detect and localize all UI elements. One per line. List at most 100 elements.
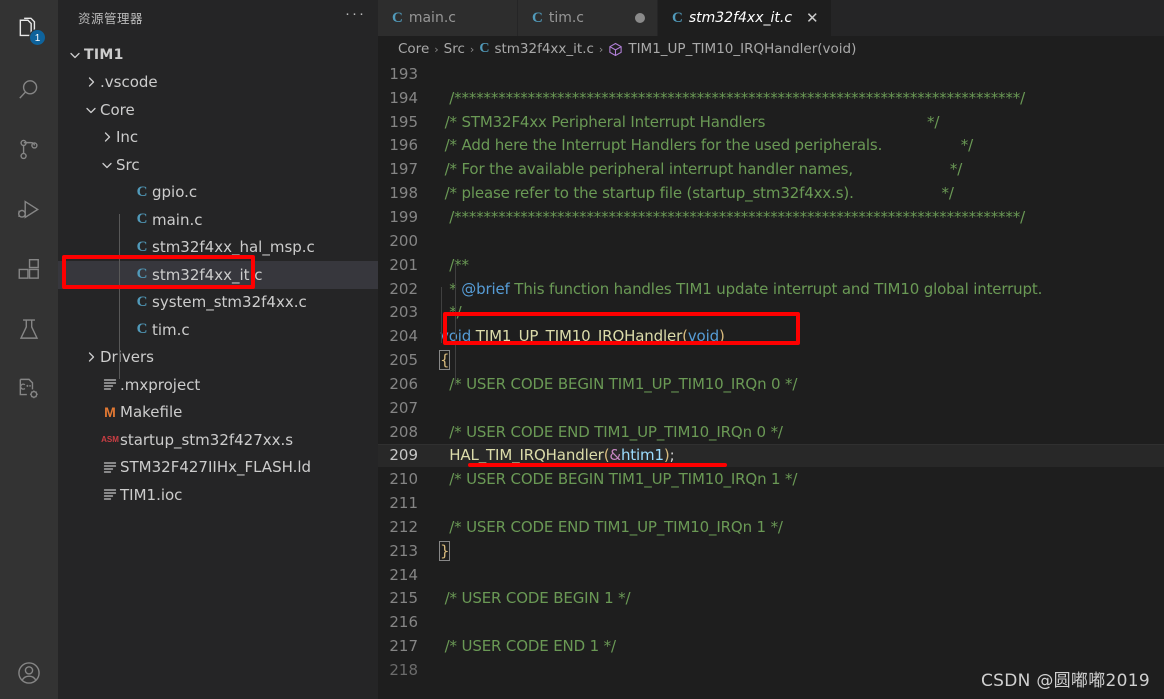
more-actions-icon[interactable]: ··· [345,6,366,26]
breadcrumb-part[interactable]: Core [398,41,429,57]
account-icon [16,660,42,686]
line-number: 213 [389,541,418,560]
tree-item-makefile[interactable]: M Makefile [58,399,378,427]
tree-item-stm32f4xx-hal-msp-c[interactable]: Cstm32f4xx_hal_msp.c [58,234,378,262]
tree-item-gpio-c[interactable]: Cgpio.c [58,179,378,207]
breadcrumb-separator: › [598,42,604,56]
code-token: ) [718,327,725,346]
code-line[interactable]: 215 /* USER CODE BEGIN 1 */ [378,587,1164,611]
explorer-title: 资源管理器 [78,11,144,26]
activity-item-run-and-debug[interactable] [0,180,58,240]
breadcrumb-part[interactable]: Src [444,41,465,57]
flask-icon [16,317,42,343]
code-line[interactable]: 199 /***********************************… [378,205,1164,229]
c-file-icon: C [136,211,148,228]
breadcrumb-separator: › [434,42,439,56]
code-editor[interactable]: 193 194 /********************************… [378,62,1164,699]
code-line[interactable]: 210 /* USER CODE BEGIN TIM1_UP_TIM10_IRQ… [378,467,1164,491]
chevron-down-icon[interactable] [82,103,100,117]
code-line[interactable]: 193 [378,62,1164,86]
tree-item-label: gpio.c [152,183,198,202]
chevron-down-icon[interactable] [98,158,116,172]
code-line[interactable]: 204 void TIM1_UP_TIM10_IRQHandler(void) [378,324,1164,348]
activity-item-search[interactable] [0,60,58,120]
activity-item-cpp-config[interactable] [0,360,58,420]
tree-item--vscode[interactable]: .vscode [58,69,378,97]
tree-item--mxproject[interactable]: .mxproject [58,371,378,399]
code-line[interactable]: 214 [378,563,1164,587]
tab-close-icon[interactable]: ✕ [806,9,819,27]
line-number: 203 [389,303,418,322]
code-token: { [438,350,451,371]
breadcrumb-part[interactable]: stm32f4xx_it.c [494,41,593,57]
tree-item-label: stm32f4xx_it.c [152,265,263,284]
code-token: TIM1_UP_TIM10_IRQHandler [475,327,683,346]
code-line[interactable]: 206 /* USER CODE BEGIN TIM1_UP_TIM10_IRQ… [378,372,1164,396]
chevron-right-icon[interactable] [82,350,100,364]
tab-label: main.c [408,10,456,26]
tree-item-tim-c[interactable]: Ctim.c [58,316,378,344]
code-line[interactable]: 201 /** [378,253,1164,277]
code-line-text: /***************************************… [440,89,1025,107]
code-line[interactable]: 212 /* USER CODE END TIM1_UP_TIM10_IRQn … [378,515,1164,539]
tree-item-tim1[interactable]: TIM1 [58,41,378,69]
code-line[interactable]: 208 /* USER CODE END TIM1_UP_TIM10_IRQn … [378,420,1164,444]
tree-indent-guide [119,214,120,379]
code-line[interactable]: 197 /* For the available peripheral inte… [378,157,1164,181]
tab-dirty-indicator[interactable] [635,13,645,23]
tree-item-stm32f427iihx-flash-ld[interactable]: STM32F427IIHx_FLASH.ld [58,454,378,482]
tree-item-tim1-ioc[interactable]: TIM1.ioc [58,481,378,509]
editor-tab-main-c[interactable]: Cmain.c [378,0,518,36]
editor-tab-stm32f4xx-it-c[interactable]: Cstm32f4xx_it.c ✕ [658,0,832,36]
code-line[interactable]: 203 */ [378,300,1164,324]
code-line-text: void TIM1_UP_TIM10_IRQHandler(void) [440,327,725,345]
c-file-icon: C [479,41,490,56]
search-icon [16,77,42,103]
tree-item-src[interactable]: Src [58,151,378,179]
code-line-text: /***************************************… [440,208,1025,226]
code-line[interactable]: 217 /* USER CODE END 1 */ [378,634,1164,658]
code-line[interactable]: 198 /* please refer to the startup file … [378,181,1164,205]
editor-tab-tim-c[interactable]: Ctim.c [518,0,658,36]
code-line[interactable]: 205 { [378,348,1164,372]
code-line[interactable]: 207 [378,396,1164,420]
activity-item-testing[interactable] [0,300,58,360]
code-line[interactable]: 200 [378,229,1164,253]
tree-item-core[interactable]: Core [58,96,378,124]
tree-item-inc[interactable]: Inc [58,124,378,152]
breadcrumb-part[interactable]: TIM1_UP_TIM10_IRQHandler(void) [628,41,856,57]
tree-item-label: .vscode [100,73,158,92]
chevron-right-icon[interactable] [82,75,100,89]
c-file-icon: C [136,266,148,283]
tree-item-label: system_stm32f4xx.c [152,293,307,312]
code-line-text: /* USER CODE END TIM1_UP_TIM10_IRQn 1 */ [440,518,783,536]
activity-item-accounts[interactable] [0,647,58,699]
tree-item-label: TIM1 [84,46,124,63]
code-line[interactable]: 213} [378,539,1164,563]
tree-item-startup-stm32f427xx-s[interactable]: ASM startup_stm32f427xx.s [58,426,378,454]
line-number: 217 [389,637,418,656]
tree-item-main-c[interactable]: Cmain.c [58,206,378,234]
code-line[interactable]: 209 HAL_TIM_IRQHandler(&htim1); [378,443,1164,468]
code-token: } [438,540,451,561]
code-line-text: /* STM32F4xx Peripheral Interrupt Handle… [440,113,940,131]
c-file-icon: C [136,238,148,255]
tree-item-drivers[interactable]: Drivers [58,344,378,372]
code-token: /***************************************… [440,88,1025,107]
tree-item-stm32f4xx-it-c[interactable]: Cstm32f4xx_it.c [58,261,378,289]
code-line[interactable]: 216 [378,610,1164,634]
activity-item-source-control[interactable] [0,120,58,180]
chevron-right-icon[interactable] [98,130,116,144]
code-line[interactable]: 196 /* Add here the Interrupt Handlers f… [378,134,1164,158]
line-number: 215 [389,589,418,608]
tree-item-system-stm32f4xx-c[interactable]: Csystem_stm32f4xx.c [58,289,378,317]
chevron-down-icon[interactable] [66,48,84,62]
code-line[interactable]: 202 * @brief This function handles TIM1 … [378,277,1164,301]
code-line[interactable]: 211 [378,491,1164,515]
code-line[interactable]: 195 /* STM32F4xx Peripheral Interrupt Ha… [378,110,1164,134]
code-line[interactable]: 194 /***********************************… [378,86,1164,110]
code-token: /* USER CODE BEGIN 1 */ [440,589,631,608]
activity-item-extensions[interactable] [0,240,58,300]
activity-item-explorer[interactable]: 1 [0,0,58,60]
